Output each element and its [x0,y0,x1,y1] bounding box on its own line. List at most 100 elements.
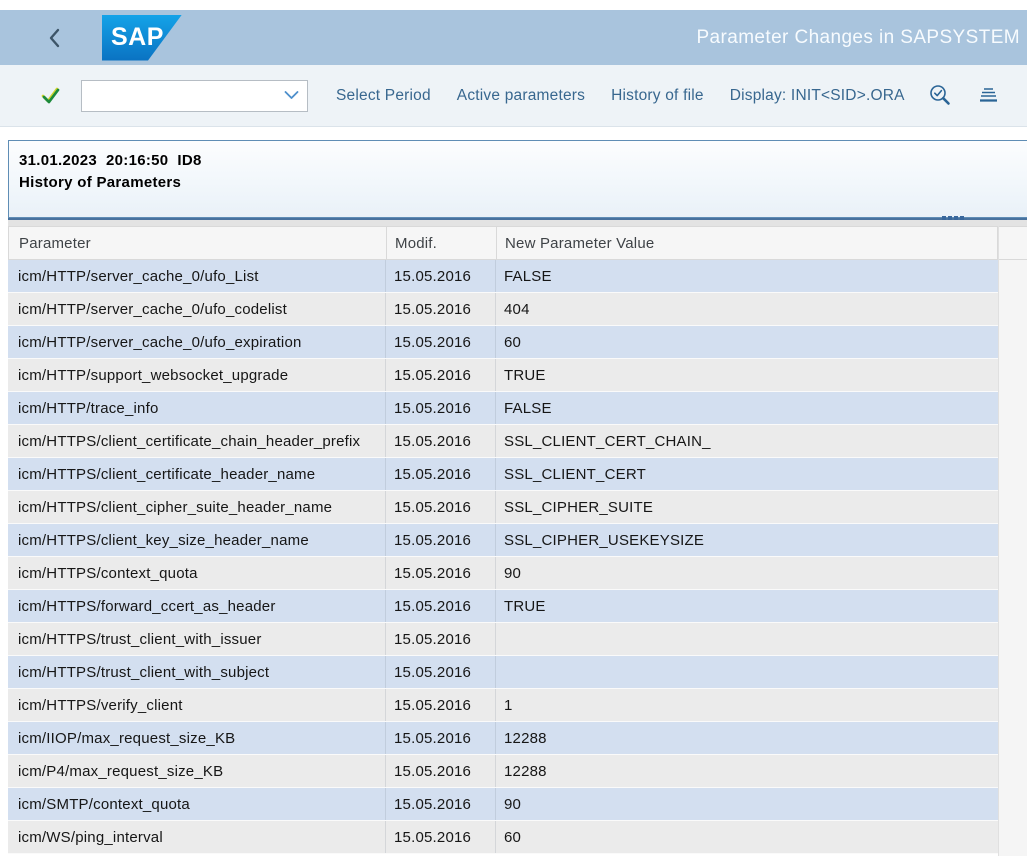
cell-new-value: TRUE [495,359,998,391]
table-row[interactable]: icm/HTTP/server_cache_0/ufo_codelist 15.… [8,293,998,326]
table-row[interactable]: icm/HTTPS/client_certificate_chain_heade… [8,425,998,458]
table-row[interactable]: icm/HTTPS/client_certificate_header_name… [8,458,998,491]
cell-modif-date: 15.05.2016 [385,689,495,721]
cell-parameter: icm/HTTPS/trust_client_with_subject [8,656,385,688]
table-row[interactable]: icm/HTTPS/trust_client_with_subject 15.0… [8,656,998,689]
table-body: icm/HTTP/server_cache_0/ufo_List 15.05.2… [8,260,998,854]
cell-modif-date: 15.05.2016 [385,524,495,556]
cell-new-value: FALSE [495,260,998,292]
toolbar-buttons: Select Period Active parameters History of… [336,87,905,105]
toolbar-button-select-period[interactable]: Select Period [336,87,431,105]
parameter-table: ParameterModif.New Parameter Value icm/H… [8,226,1027,856]
report-header-panel: 31.01.2023 20:16:50 ID8 History of Param… [8,140,1027,218]
cell-new-value: FALSE [495,392,998,424]
toolbar-button-display-init-sid-ora[interactable]: Display: INIT<SID>.ORA [730,87,905,105]
cell-parameter: icm/HTTP/trace_info [8,392,385,424]
cell-new-value: 60 [495,821,998,853]
cell-modif-date: 15.05.2016 [385,491,495,523]
cell-modif-date: 15.05.2016 [385,425,495,457]
content-area: 31.01.2023 20:16:50 ID8 History of Param… [0,140,1027,856]
command-field-dropdown-button[interactable] [282,91,307,100]
cell-parameter: icm/WS/ping_interval [8,821,385,853]
cell-parameter: icm/HTTP/server_cache_0/ufo_expiration [8,326,385,358]
table-row[interactable]: icm/HTTPS/trust_client_with_issuer 15.05… [8,623,998,656]
sap-logo-text: SAP [102,25,164,50]
cell-parameter: icm/HTTPS/trust_client_with_issuer [8,623,385,655]
top-strip [0,0,1027,10]
cell-modif-date: 15.05.2016 [385,821,495,853]
back-button[interactable] [44,25,64,51]
chevron-left-icon [46,26,62,50]
cell-new-value: 12288 [495,755,998,787]
cell-new-value [495,623,998,655]
cell-modif-date: 15.05.2016 [385,722,495,754]
command-field-input[interactable] [82,87,282,104]
cell-parameter: icm/HTTP/server_cache_0/ufo_codelist [8,293,385,325]
table-row[interactable]: icm/P4/max_request_size_KB 15.05.2016 12… [8,755,998,788]
table-row[interactable]: icm/SMTP/context_quota 15.05.2016 90 [8,788,998,821]
column-header-modif[interactable]: Modif. [386,227,496,259]
table-row[interactable]: icm/HTTPS/verify_client 15.05.2016 1 [8,689,998,722]
cell-parameter: icm/HTTPS/client_key_size_header_name [8,524,385,556]
cell-modif-date: 15.05.2016 [385,293,495,325]
table-filler-column [998,226,1027,856]
splitter-bar[interactable] [8,218,1027,226]
cell-parameter: icm/HTTPS/client_certificate_chain_heade… [8,425,385,457]
cell-modif-date: 15.05.2016 [385,260,495,292]
print-button[interactable] [976,86,1000,106]
cell-parameter: icm/P4/max_request_size_KB [8,755,385,787]
cell-modif-date: 15.05.2016 [385,359,495,391]
cell-parameter: icm/HTTPS/forward_ccert_as_header [8,590,385,622]
sap-webgui-screen: SAP Parameter Changes in SAPSYSTEM Selec… [0,0,1027,858]
sap-logo: SAP [102,15,182,61]
table-row[interactable]: icm/HTTPS/client_key_size_header_name 15… [8,524,998,557]
column-header-parameter[interactable]: Parameter [9,227,386,259]
cell-modif-date: 15.05.2016 [385,557,495,589]
cell-parameter: icm/HTTPS/verify_client [8,689,385,721]
cell-modif-date: 15.05.2016 [385,788,495,820]
enter-button[interactable] [40,86,62,106]
table-header-row: ParameterModif.New Parameter Value [8,226,998,260]
cell-modif-date: 15.05.2016 [385,590,495,622]
enter-check-icon [40,86,62,106]
table-row[interactable]: icm/HTTPS/context_quota 15.05.2016 90 [8,557,998,590]
table-row[interactable]: icm/HTTPS/forward_ccert_as_header 15.05.… [8,590,998,623]
cell-new-value: SSL_CIPHER_SUITE [495,491,998,523]
page-title: Parameter Changes in SAPSYSTEM [696,27,1020,49]
toolbar: Select Period Active parameters History of… [0,65,1027,127]
report-timestamp: 31.01.2023 20:16:50 ID8 [19,150,1027,172]
table-row[interactable]: icm/HTTP/trace_info 15.05.2016 FALSE [8,392,998,425]
command-field[interactable] [81,80,308,112]
cell-modif-date: 15.05.2016 [385,392,495,424]
table-row[interactable]: icm/HTTPS/client_cipher_suite_header_nam… [8,491,998,524]
cell-parameter: icm/HTTPS/client_cipher_suite_header_nam… [8,491,385,523]
cell-parameter: icm/SMTP/context_quota [8,788,385,820]
cell-parameter: icm/HTTPS/client_certificate_header_name [8,458,385,490]
cell-new-value: 1 [495,689,998,721]
splitter-handle-icon[interactable] [942,216,964,220]
toolbar-button-history-of-file[interactable]: History of file [611,87,704,105]
table-row[interactable]: icm/HTTP/server_cache_0/ufo_List 15.05.2… [8,260,998,293]
cell-modif-date: 15.05.2016 [385,623,495,655]
toolbar-button-active-parameters[interactable]: Active parameters [457,87,585,105]
print-icon [976,86,1000,106]
find-button[interactable] [927,83,954,109]
cell-modif-date: 15.05.2016 [385,755,495,787]
cell-parameter: icm/HTTPS/context_quota [8,557,385,589]
app-bar: SAP Parameter Changes in SAPSYSTEM [0,10,1027,65]
cell-parameter: icm/HTTP/server_cache_0/ufo_List [8,260,385,292]
cell-new-value: 60 [495,326,998,358]
report-title: History of Parameters [19,172,1027,194]
column-header-new-parameter-value[interactable]: New Parameter Value [496,227,997,259]
table-row[interactable]: icm/HTTP/support_websocket_upgrade 15.05… [8,359,998,392]
cell-new-value: 12288 [495,722,998,754]
table-row[interactable]: icm/HTTP/server_cache_0/ufo_expiration 1… [8,326,998,359]
cell-parameter: icm/HTTP/support_websocket_upgrade [8,359,385,391]
cell-new-value: 90 [495,557,998,589]
find-icon [927,83,954,109]
cell-new-value: TRUE [495,590,998,622]
cell-new-value: SSL_CLIENT_CERT_CHAIN_ [495,425,998,457]
table-row[interactable]: icm/IIOP/max_request_size_KB 15.05.2016 … [8,722,998,755]
cell-modif-date: 15.05.2016 [385,656,495,688]
table-row[interactable]: icm/WS/ping_interval 15.05.2016 60 [8,821,998,854]
